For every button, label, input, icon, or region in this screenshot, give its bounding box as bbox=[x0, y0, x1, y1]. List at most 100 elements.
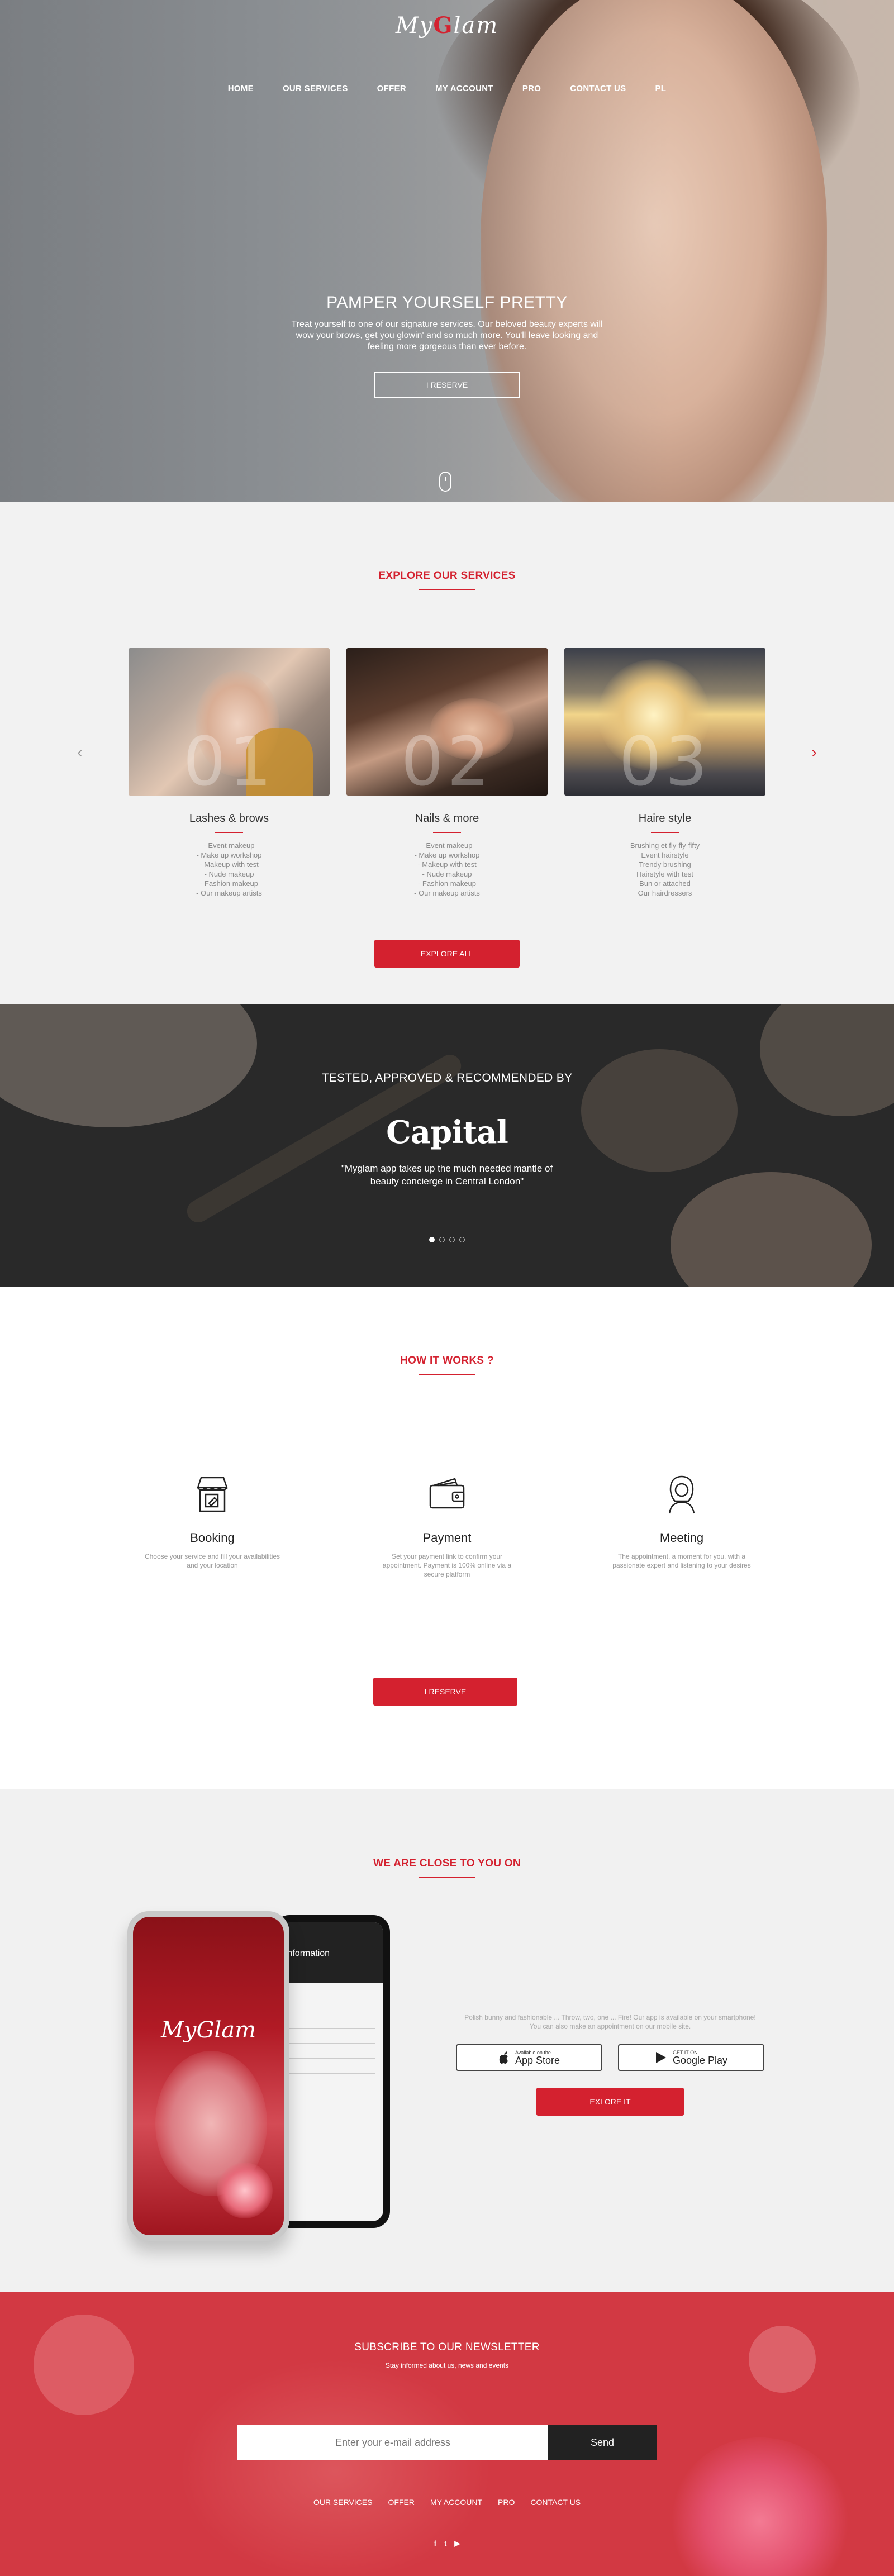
service-list-item: - Our makeup artists bbox=[414, 889, 480, 897]
service-card-title: Haire style bbox=[638, 812, 692, 825]
explore-app-button[interactable]: EXLORE IT bbox=[536, 2088, 684, 2116]
service-card-divider bbox=[215, 832, 243, 833]
service-card-title: Lashes & brows bbox=[189, 812, 269, 825]
phone-form-line bbox=[287, 2073, 375, 2074]
how-reserve-button[interactable]: I RESERVE bbox=[373, 1678, 517, 1706]
app-download: Polish bunny and fashionable ... Throw, … bbox=[456, 2013, 764, 2116]
service-card[interactable]: 03 Haire style Brushing et fly-fly-fifty… bbox=[564, 648, 765, 898]
how-it-works-section: HOW IT WORKS ? Booking Choose your servi… bbox=[0, 1287, 894, 1789]
hero-title: PAMPER YOURSELF PRETTY bbox=[326, 293, 568, 312]
facebook-icon[interactable]: f bbox=[434, 2539, 436, 2548]
service-card-number: 01 bbox=[183, 723, 275, 796]
service-list-item: - Fashion makeup bbox=[199, 879, 259, 888]
app-store-label: App Store bbox=[515, 2055, 560, 2066]
service-list-item: Bun or attached bbox=[639, 879, 691, 888]
step-text: Set your payment link to confirm your ap… bbox=[382, 1553, 512, 1578]
twitter-icon[interactable]: t bbox=[444, 2539, 446, 2548]
service-list-item: - Event makeup bbox=[421, 841, 473, 850]
press-brand-logo: Capital bbox=[386, 1114, 508, 1151]
app-store-button[interactable]: Available on the App Store bbox=[456, 2044, 602, 2071]
slider-dot[interactable] bbox=[449, 1237, 455, 1242]
carousel-prev-icon[interactable]: ‹ bbox=[77, 743, 83, 762]
footer-nav: OUR SERVICES OFFER MY ACCOUNT PRO CONTAC… bbox=[0, 2498, 894, 2507]
phone-form-line bbox=[287, 2058, 375, 2059]
nav-pro[interactable]: PRO bbox=[508, 84, 555, 93]
service-card-list: Brushing et fly-fly-fifty Event hairstyl… bbox=[564, 841, 765, 898]
hero-reserve-button[interactable]: I RESERVE bbox=[374, 372, 520, 398]
service-card[interactable]: 01 Lashes & brows - Event makeup - Make … bbox=[129, 648, 330, 898]
main-nav: HOME OUR SERVICES OFFER MY ACCOUNT PRO C… bbox=[0, 84, 894, 93]
email-input[interactable] bbox=[237, 2425, 548, 2460]
step-text: Choose your service and fill your availa… bbox=[144, 1553, 280, 1569]
service-card-image: 02 bbox=[346, 648, 548, 796]
nav-language-pl[interactable]: PL bbox=[640, 84, 681, 93]
phone-back-screen: Information bbox=[279, 1922, 383, 2221]
send-button[interactable]: Send bbox=[548, 2425, 657, 2460]
scroll-mouse-icon[interactable] bbox=[439, 472, 451, 492]
service-card-image: 01 bbox=[129, 648, 330, 796]
nav-home[interactable]: HOME bbox=[213, 84, 268, 93]
slider-dot[interactable] bbox=[439, 1237, 445, 1242]
google-play-icon bbox=[655, 2052, 666, 2063]
nav-contact-us[interactable]: CONTACT US bbox=[555, 84, 640, 93]
how-title-underline bbox=[419, 1374, 475, 1375]
service-card-divider bbox=[651, 832, 679, 833]
wallet-icon bbox=[429, 1478, 465, 1509]
footer-nav-contact-us[interactable]: CONTACT US bbox=[522, 2498, 588, 2507]
step-title: Payment bbox=[422, 1531, 472, 1545]
google-play-button[interactable]: GET IT ON Google Play bbox=[618, 2044, 764, 2071]
press-section: TESTED, APPROVED & RECOMMENDED BY Capita… bbox=[0, 1004, 894, 1287]
phone-back-header: Information bbox=[279, 1922, 383, 1983]
youtube-icon[interactable]: ▶ bbox=[454, 2539, 460, 2548]
services-carousel: 01 Lashes & brows - Event makeup - Make … bbox=[129, 648, 765, 898]
phone-logo: MyGlam bbox=[160, 2017, 256, 2043]
service-card-divider bbox=[433, 832, 461, 833]
service-card[interactable]: 02 Nails & more - Event makeup - Make up… bbox=[346, 648, 548, 898]
nav-my-account[interactable]: MY ACCOUNT bbox=[421, 84, 508, 93]
service-card-title: Nails & more bbox=[415, 812, 479, 825]
carousel-next-icon[interactable]: › bbox=[811, 743, 817, 762]
services-title: EXPLORE OUR SERVICES bbox=[378, 570, 516, 582]
service-list-item: Event hairstyle bbox=[641, 851, 689, 859]
service-card-number: 02 bbox=[401, 723, 493, 796]
shop-icon bbox=[197, 1477, 228, 1512]
service-card-list: - Event makeup - Make up workshop - Make… bbox=[346, 841, 548, 898]
service-list-item: - Nude makeup bbox=[422, 870, 472, 878]
service-list-item: - Make up workshop bbox=[414, 851, 480, 859]
press-quote: "Myglam app takes up the much needed man… bbox=[341, 1163, 553, 1187]
footer-nav-our-services[interactable]: OUR SERVICES bbox=[306, 2498, 381, 2507]
slider-dot[interactable] bbox=[459, 1237, 465, 1242]
nav-our-services[interactable]: OUR SERVICES bbox=[268, 84, 363, 93]
app-title-underline bbox=[419, 1877, 475, 1878]
newsletter-subtitle: Stay informed about us, news and events bbox=[385, 2361, 509, 2369]
services-title-underline bbox=[419, 589, 475, 590]
newsletter-content: SUBSCRIBE TO OUR NEWSLETTER Stay informe… bbox=[0, 2292, 894, 2548]
service-card-list: - Event makeup - Make up workshop - Make… bbox=[129, 841, 330, 898]
explore-all-button[interactable]: EXPLORE ALL bbox=[374, 940, 520, 968]
logo[interactable]: MyGlam bbox=[396, 12, 498, 39]
step-text: The appointment, a moment for you, with … bbox=[612, 1553, 751, 1569]
logo-text-post: lam bbox=[453, 13, 499, 39]
how-steps: Booking Choose your service and fill you… bbox=[140, 1472, 754, 1579]
newsletter-section: SUBSCRIBE TO OUR NEWSLETTER Stay informe… bbox=[0, 2292, 894, 2576]
hero-content: PAMPER YOURSELF PRETTY Treat yourself to… bbox=[0, 293, 894, 398]
press-title: TESTED, APPROVED & RECOMMENDED BY bbox=[321, 1072, 573, 1084]
service-list-item: - Fashion makeup bbox=[417, 879, 477, 888]
app-section: WE ARE CLOSE TO YOU ON Information MyGla… bbox=[0, 1789, 894, 2292]
service-list-item: - Nude makeup bbox=[204, 870, 254, 878]
footer-nav-my-account[interactable]: MY ACCOUNT bbox=[422, 2498, 490, 2507]
step-title: Booking bbox=[190, 1531, 235, 1545]
step-booking: Booking Choose your service and fill you… bbox=[140, 1472, 285, 1579]
service-list-item: Our hairdressers bbox=[638, 889, 692, 897]
hero-section: MyGlam HOME OUR SERVICES OFFER MY ACCOUN… bbox=[0, 0, 894, 502]
slider-dot[interactable] bbox=[429, 1237, 435, 1242]
press-content: TESTED, APPROVED & RECOMMENDED BY Capita… bbox=[0, 1004, 894, 1242]
social-links: f t ▶ bbox=[0, 2539, 894, 2548]
app-title: WE ARE CLOSE TO YOU ON bbox=[373, 1858, 521, 1869]
phone-form-line bbox=[287, 2028, 375, 2029]
nav-offer[interactable]: OFFER bbox=[363, 84, 421, 93]
footer-nav-offer[interactable]: OFFER bbox=[380, 2498, 422, 2507]
phone-mockup-back: Information bbox=[273, 1915, 390, 2228]
footer-nav-pro[interactable]: PRO bbox=[490, 2498, 522, 2507]
phone-back-title: Information bbox=[285, 1949, 330, 1958]
